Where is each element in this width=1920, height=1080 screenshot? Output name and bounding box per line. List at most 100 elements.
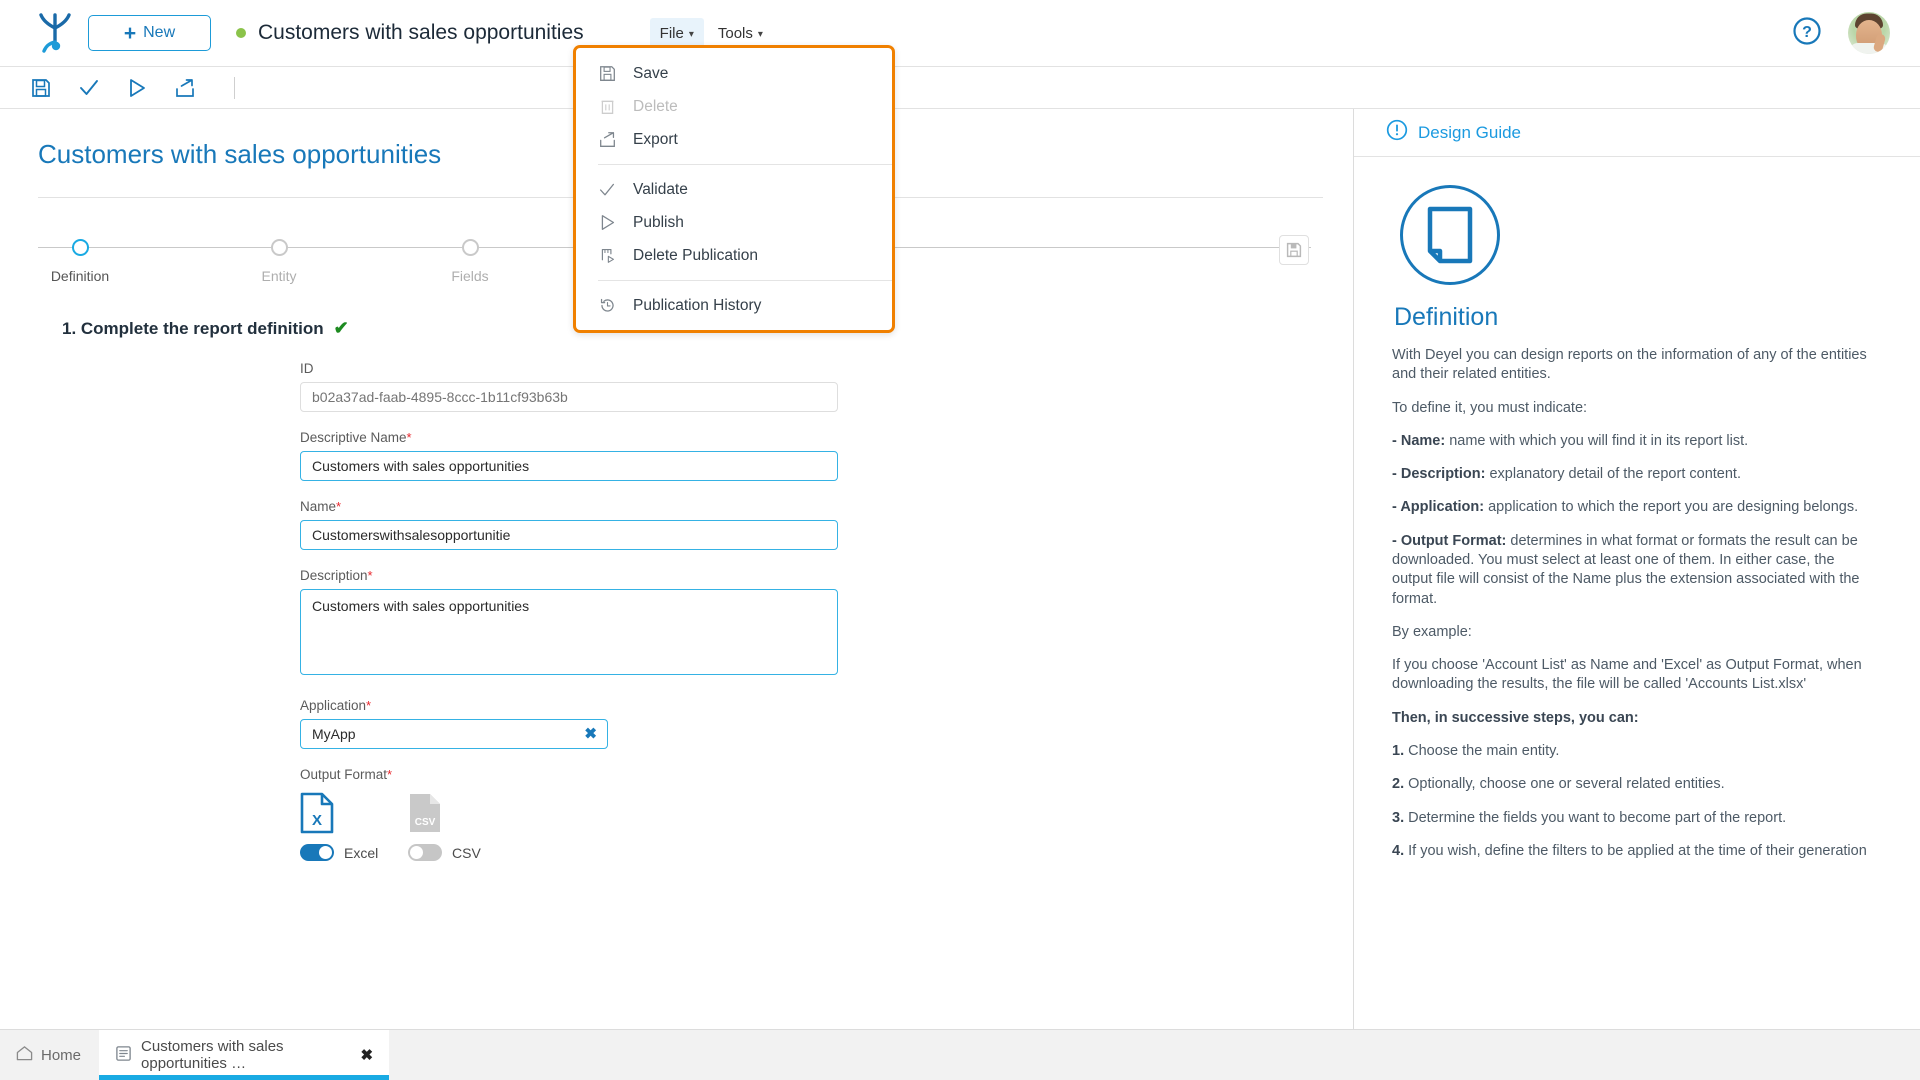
guide-text: explanatory detail of the report content…	[1485, 466, 1741, 482]
clear-icon[interactable]: ✖	[584, 727, 597, 742]
excel-toggle[interactable]	[300, 844, 334, 861]
label-text: Name	[300, 499, 336, 514]
guide-bold: 4.	[1392, 843, 1404, 859]
guide-paragraph: If you choose 'Account List' as Name and…	[1392, 656, 1874, 695]
step-definition[interactable]: Definition	[20, 234, 140, 284]
menu-item-label: Publication History	[633, 297, 761, 315]
plus-icon: +	[124, 23, 136, 44]
guide-paragraph: Then, in successive steps, you can:	[1392, 709, 1874, 728]
label-text: Descriptive Name	[300, 430, 407, 445]
step-entity[interactable]: Entity	[219, 234, 339, 284]
svg-text:?: ?	[1802, 24, 1812, 41]
field-output-format-label: Output Format*	[300, 767, 840, 782]
guide-text: To define it, you must indicate:	[1392, 400, 1587, 416]
design-guide-title: Design Guide	[1418, 123, 1521, 143]
menu-item-delete: Delete	[576, 90, 892, 123]
taskbar-home-label: Home	[41, 1047, 81, 1064]
header-right-actions: ?	[1792, 12, 1890, 54]
svg-text:CSV: CSV	[415, 817, 436, 828]
report-doc-icon	[115, 1045, 132, 1066]
floppy-disk-icon	[598, 65, 616, 83]
field-application: Application* ✖	[300, 698, 840, 749]
guide-paragraph: 2. Optionally, choose one or several rel…	[1392, 775, 1874, 794]
save-icon[interactable]	[28, 75, 54, 101]
id-input[interactable]	[300, 382, 838, 412]
menu-item-label: Save	[633, 65, 668, 83]
taskbar-tab-label: Customers with sales opportunities …	[141, 1038, 347, 1072]
menu-item-export[interactable]: Export	[576, 123, 892, 156]
top-header-bar: + New Customers with sales opportunities…	[0, 0, 1920, 67]
menu-tools[interactable]: Tools ▾	[708, 18, 773, 49]
guide-bold: Then, in successive steps, you can:	[1392, 710, 1639, 726]
menu-item-label: Delete	[633, 98, 678, 116]
output-format-options: X Excel CSV	[300, 790, 840, 861]
application-input[interactable]	[300, 719, 608, 749]
section-heading-text: 1. Complete the report definition	[62, 319, 324, 339]
home-icon	[16, 1045, 33, 1065]
application-input-wrapper: ✖	[300, 719, 608, 749]
description-textarea[interactable]: Customers with sales opportunities	[300, 589, 838, 675]
guide-paragraph: 1. Choose the main entity.	[1392, 742, 1874, 761]
menu-item-label: Validate	[633, 181, 688, 199]
menu-item-validate[interactable]: Validate	[576, 173, 892, 206]
stepper-save-end-icon[interactable]	[1279, 235, 1309, 265]
field-descriptive-name: Descriptive Name*	[300, 430, 840, 481]
guide-text: Choose the main entity.	[1404, 743, 1559, 759]
trash-icon	[598, 98, 616, 116]
menu-item-publish[interactable]: Publish	[576, 206, 892, 239]
document-page-icon	[1400, 185, 1500, 285]
guide-text: Optionally, choose one or several relate…	[1404, 776, 1725, 792]
csv-file-icon: CSV	[408, 790, 486, 836]
excel-file-icon: X	[300, 790, 378, 836]
step-label: Fields	[410, 268, 530, 284]
menu-divider	[598, 164, 892, 165]
info-circle-icon	[1386, 119, 1408, 146]
menu-item-delete-publication[interactable]: Delete Publication	[576, 239, 892, 272]
name-input[interactable]	[300, 520, 838, 550]
new-button-label: New	[143, 24, 175, 42]
guide-bold: 3.	[1392, 810, 1404, 826]
export-icon[interactable]	[172, 75, 198, 101]
action-toolbar	[0, 67, 1920, 109]
menu-file[interactable]: File ▾	[650, 18, 704, 49]
new-button[interactable]: + New	[88, 15, 211, 51]
step-dot	[462, 239, 479, 256]
status-dot	[236, 28, 246, 38]
validate-check-icon[interactable]	[76, 75, 102, 101]
csv-toggle[interactable]	[408, 844, 442, 861]
required-asterisk: *	[368, 568, 373, 583]
guide-text: With Deyel you can design reports on the…	[1392, 347, 1867, 382]
field-id-label: ID	[300, 361, 840, 376]
app-logo[interactable]	[22, 12, 88, 54]
excel-label: Excel	[344, 845, 378, 861]
guide-paragraph: 3. Determine the fields you want to beco…	[1392, 809, 1874, 828]
help-circle-icon[interactable]: ?	[1792, 16, 1822, 51]
csv-toggle-row: CSV	[408, 844, 486, 861]
menu-item-save[interactable]: Save	[576, 57, 892, 90]
close-icon[interactable]: ✖	[360, 1046, 373, 1064]
publish-play-icon[interactable]	[124, 75, 150, 101]
guide-text: If you wish, define the filters to be ap…	[1404, 843, 1867, 859]
menu-item-label: Export	[633, 131, 678, 149]
taskbar-home[interactable]: Home	[0, 1030, 99, 1080]
menu-divider	[598, 280, 892, 281]
label-text: Description	[300, 568, 368, 583]
taskbar-tab[interactable]: Customers with sales opportunities … ✖	[99, 1030, 389, 1080]
avatar[interactable]	[1848, 12, 1890, 54]
toolbar-divider	[234, 77, 235, 99]
field-description: Description* Customers with sales opport…	[300, 568, 840, 680]
required-asterisk: *	[336, 499, 341, 514]
svg-text:X: X	[312, 812, 322, 829]
field-output-format: Output Format* X Excel	[300, 767, 840, 861]
design-guide-panel: Design Guide Definition With Deyel you c…	[1353, 109, 1920, 1029]
descriptive-name-input[interactable]	[300, 451, 838, 481]
guide-text: By example:	[1392, 624, 1472, 640]
menu-item-publication-history[interactable]: Publication History	[576, 289, 892, 322]
excel-toggle-row: Excel	[300, 844, 378, 861]
csv-label: CSV	[452, 845, 481, 861]
step-fields[interactable]: Fields	[410, 234, 530, 284]
field-descriptive-name-label: Descriptive Name*	[300, 430, 840, 445]
format-option-csv: CSV CSV	[408, 790, 486, 861]
guide-bold: - Application:	[1392, 499, 1484, 515]
play-triangle-icon	[598, 214, 616, 232]
